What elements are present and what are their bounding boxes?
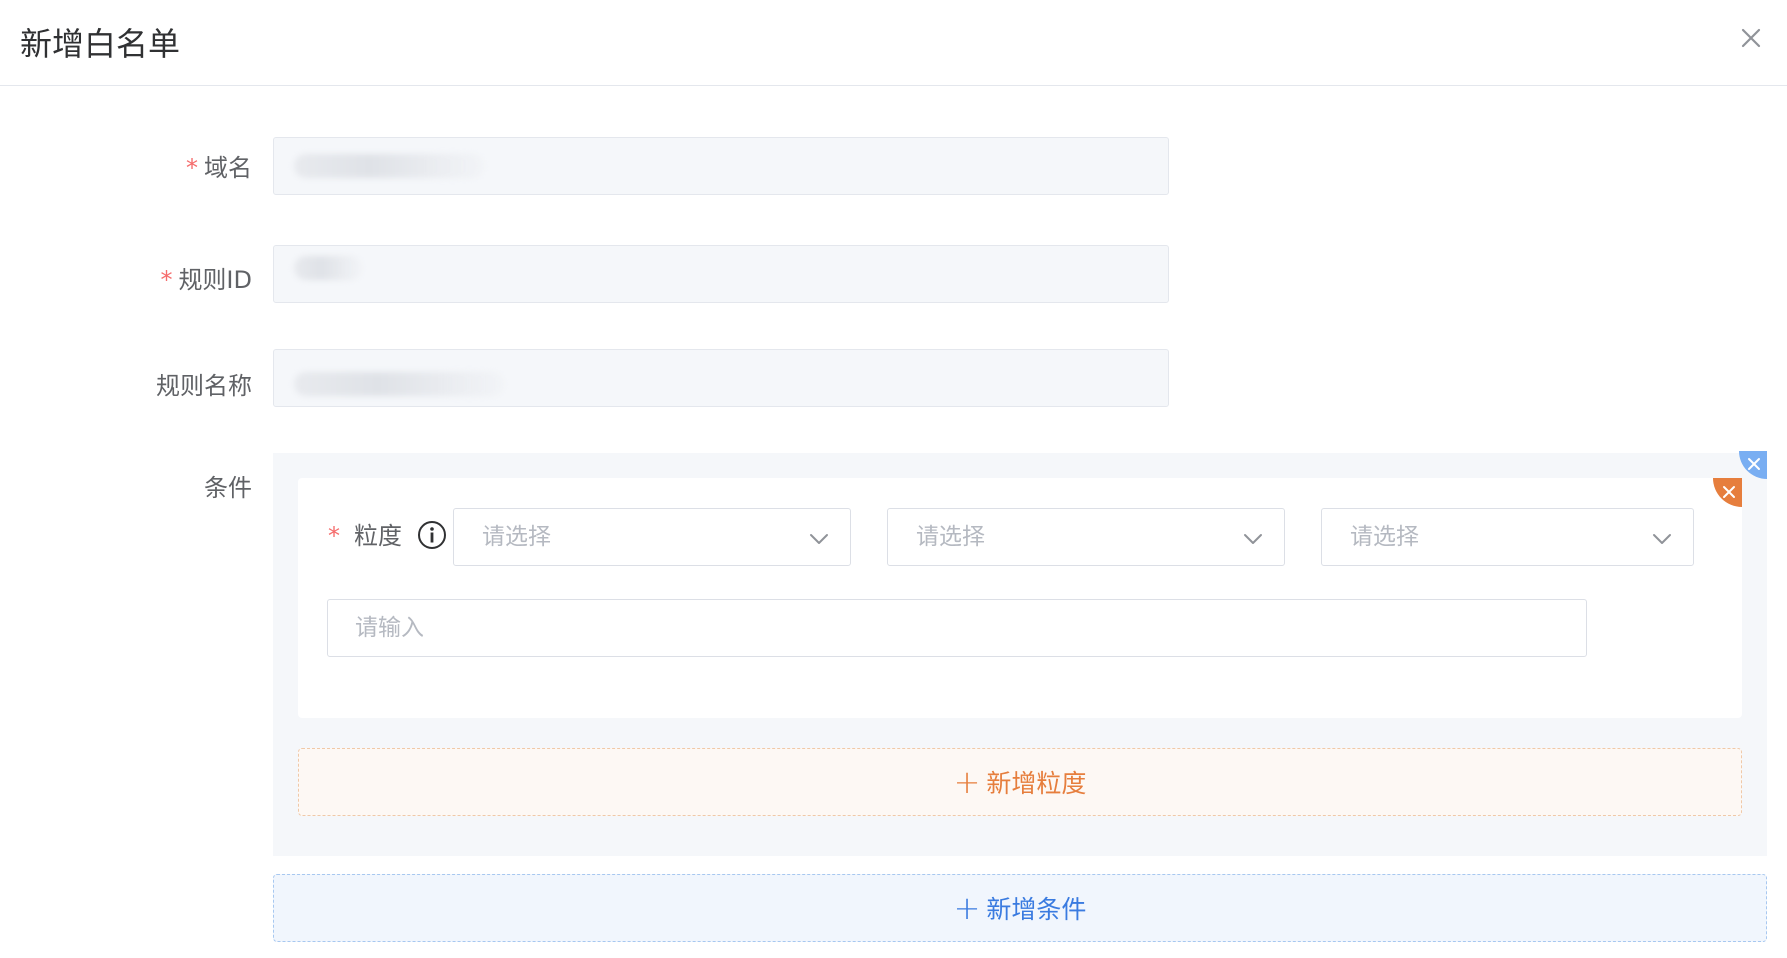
rule-name-label: 规则名称 [156,372,252,400]
info-icon[interactable] [417,520,447,550]
granularity-select-2[interactable]: 请选择 [887,508,1285,566]
granularity-select-3[interactable]: 请选择 [1321,508,1694,566]
dialog-header: 新增白名单 [0,0,1787,86]
close-icon [1748,458,1760,470]
granularity-value-input[interactable] [327,599,1587,657]
add-condition-button[interactable]: + 新增条件 [273,874,1767,942]
chevron-down-icon [810,534,828,544]
select-placeholder: 请选择 [916,524,985,550]
add-whitelist-dialog: 新增白名单 * 域名 * 规则ID 规则名称 条件 * 粒度 请选择 请选择 请… [0,0,1787,958]
domain-label: * 域名 [186,154,252,182]
plus-icon: + [953,763,981,801]
add-granularity-button[interactable]: + 新增粒度 [298,748,1742,816]
close-icon [1741,28,1761,48]
rule-id-field [273,245,1169,303]
required-asterisk: * [160,266,173,294]
close-icon [1723,486,1735,498]
chevron-down-icon [1653,534,1671,544]
rule-id-label: * 规则ID [160,266,252,294]
plus-icon: + [953,889,981,927]
select-placeholder: 请选择 [1350,524,1419,550]
redacted-value [294,256,362,280]
close-button[interactable] [1735,22,1767,54]
redacted-value [294,372,504,396]
granularity-select-1[interactable]: 请选择 [453,508,851,566]
chevron-down-icon [1244,534,1262,544]
granularity-label: * 粒度 [328,522,402,550]
select-placeholder: 请选择 [482,524,551,550]
rule-name-field [273,349,1169,407]
required-asterisk: * [328,522,340,550]
dialog-title: 新增白名单 [20,25,181,63]
redacted-value [294,154,484,178]
required-asterisk: * [186,154,198,182]
domain-field [273,137,1169,195]
conditions-label: 条件 [204,474,252,502]
